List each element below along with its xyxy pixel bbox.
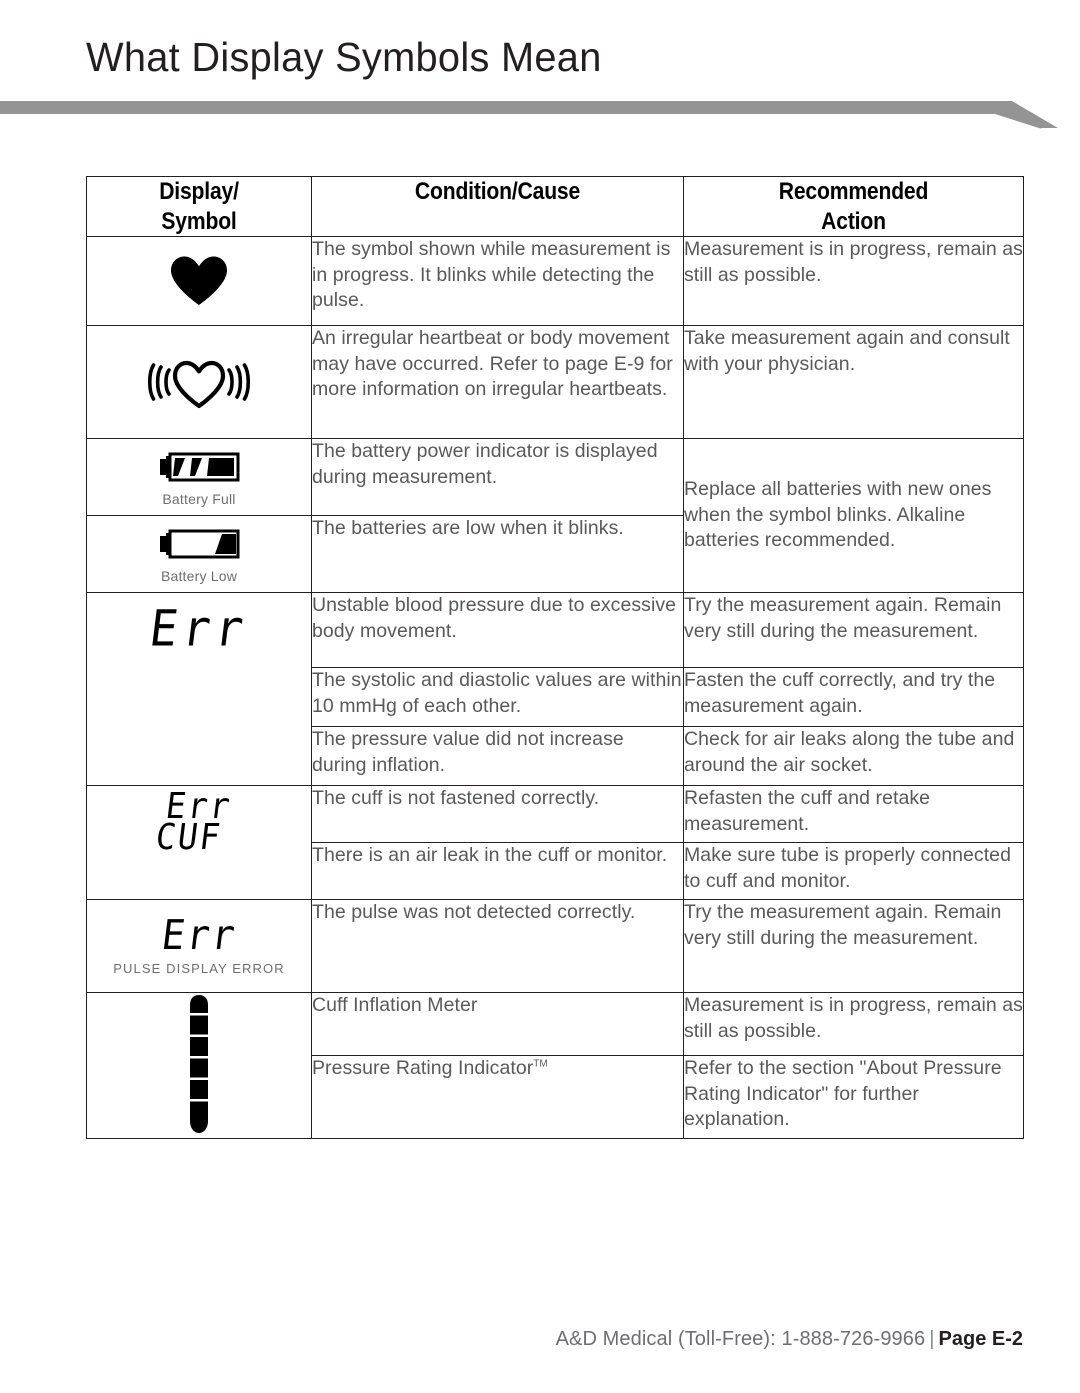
table-row: Err Unstable blood pressure due to exces… (86, 592, 1024, 787)
footer-contact: A&D Medical (Toll-Free): 1-888-726-9966 (555, 1328, 926, 1350)
symbol-cell-err: Err (86, 592, 312, 787)
page-title: What Display Symbols Mean (86, 34, 602, 80)
pulsing-heart-icon (147, 360, 251, 409)
condition-cell: The pressure value did not increase duri… (311, 726, 684, 787)
condition-cell: The batteries are low when it blinks. (311, 515, 684, 594)
header-cell-condition-cause: Condition/Cause (311, 175, 684, 238)
table-row: An irregular heartbeat or body movement … (86, 325, 1024, 440)
table-row: Err PULSE DISPLAY ERROR The pulse was no… (86, 899, 1024, 994)
header-cell-recommended-action: Recommended Action (683, 175, 1024, 238)
symbol-caption: Battery Full (162, 490, 236, 507)
page-footer: A&D Medical (Toll-Free): 1-888-726-9966 |… (0, 1328, 1023, 1351)
condition-cell: Cuff Inflation Meter (311, 992, 684, 1057)
symbol-cell-battery-low: Battery Low (86, 515, 312, 594)
symbol-caption: PULSE DISPLAY ERROR (113, 961, 285, 977)
action-cell: Measurement is in progress, remain as st… (683, 992, 1024, 1057)
symbol-cell-filled-heart (86, 236, 312, 327)
action-cell: Try the measurement again. Remain very s… (683, 899, 1024, 994)
action-cell: Fasten the cuff correctly, and try the m… (683, 667, 1024, 728)
condition-cell: The battery power indicator is displayed… (311, 438, 684, 517)
symbol-cell-pulsing-heart (86, 325, 312, 440)
condition-cell: The cuff is not fastened correctly. (311, 785, 684, 844)
condition-cell: The pulse was not detected correctly. (311, 899, 684, 994)
lcd-err-text: Err (158, 911, 240, 959)
battery-low-icon (160, 529, 240, 559)
header-recommended-line2: Action (821, 207, 886, 235)
header-recommended-line1: Recommended (778, 178, 929, 205)
header-display-line2: Symbol (161, 207, 237, 235)
table-header-row: Display/ Symbol Condition/Cause Recommen… (86, 175, 1024, 238)
inflation-bar-icon (190, 995, 208, 1134)
condition-text: Pressure Rating Indicator (312, 1057, 534, 1080)
condition-cell: The systolic and diastolic values are wi… (311, 667, 684, 728)
symbol-caption: Battery Low (160, 567, 238, 584)
action-cell: Make sure tube is properly connected to … (683, 842, 1024, 901)
table-row: The symbol shown while measurement is in… (86, 236, 1024, 327)
lcd-err-text: Err (146, 598, 252, 658)
action-cell: Check for air leaks along the tube and a… (683, 726, 1024, 787)
filled-heart-icon (171, 256, 227, 306)
display-symbols-table: Display/ Symbol Condition/Cause Recommen… (86, 175, 1024, 1140)
footer-separator: | (929, 1328, 935, 1350)
table-row: Cuff Inflation Meter Measurement is in p… (86, 992, 1024, 1140)
action-cell: Try the measurement again. Remain very s… (683, 592, 1024, 669)
table-row: Err CUF The cuff is not fastened correct… (86, 784, 1024, 901)
condition-cell: Pressure Rating IndicatorTM (311, 1055, 684, 1140)
action-cell: Take measurement again and consult with … (683, 325, 1024, 440)
footer-page-number: Page E-2 (938, 1328, 1023, 1350)
symbol-cell-err-cuf: Err CUF (86, 784, 312, 901)
lcd-cuf-text: CUF (153, 815, 225, 858)
condition-cell: Unstable blood pressure due to excessive… (311, 592, 684, 669)
header-display-line1: Display/ (159, 178, 239, 205)
table-row: Battery Full The battery power indicator… (86, 438, 1024, 594)
action-cell-batteries: Replace all batteries with new ones when… (683, 438, 1024, 594)
condition-cell: An irregular heartbeat or body movement … (311, 325, 684, 440)
action-cell: Measurement is in progress, remain as st… (683, 236, 1024, 327)
header-cell-display-symbol: Display/ Symbol (86, 175, 312, 238)
symbol-cell-inflation-bar (86, 992, 312, 1140)
condition-cell: The symbol shown while measurement is in… (311, 236, 684, 327)
title-underline-rule (0, 101, 1060, 129)
header-condition-cause: Condition/Cause (414, 178, 581, 205)
symbol-cell-battery-full: Battery Full (86, 438, 312, 517)
action-cell: Refer to the section "About Pressure Rat… (683, 1055, 1024, 1140)
symbol-cell-err-pulse: Err PULSE DISPLAY ERROR (86, 899, 312, 994)
battery-full-icon (160, 452, 240, 482)
trademark-superscript: TM (533, 1058, 548, 1070)
condition-cell: There is an air leak in the cuff or moni… (311, 842, 684, 901)
action-cell: Refasten the cuff and retake measurement… (683, 785, 1024, 844)
